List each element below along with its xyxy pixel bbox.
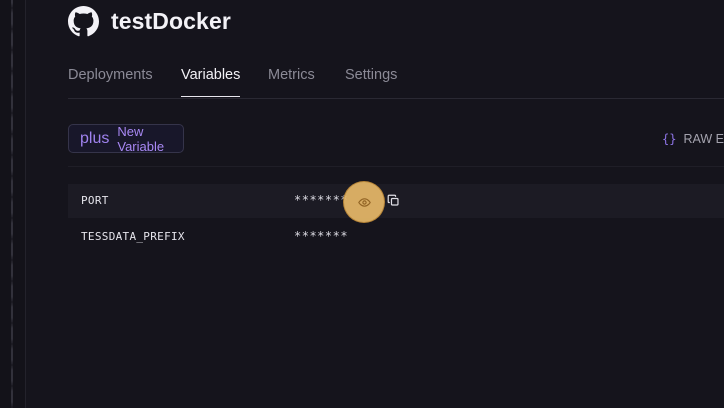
variable-name: PORT (81, 194, 109, 207)
tab-bar: Deployments Variables Metrics Settings (68, 64, 724, 99)
new-variable-label: New Variable (117, 123, 165, 154)
main-content: testDocker Deployments Variables Metrics… (26, 0, 724, 408)
divider (68, 166, 724, 167)
copy-icon[interactable] (387, 194, 400, 207)
braces-icon: {} (662, 132, 677, 146)
variable-value-masked: ******* (294, 229, 349, 243)
new-variable-button[interactable]: plus New Variable (68, 123, 184, 154)
github-icon (68, 5, 99, 37)
raw-editor-label: RAW Ed (683, 132, 724, 146)
variable-row[interactable]: PORT ******* (68, 182, 724, 222)
project-title: testDocker (111, 7, 231, 34)
tab-deployments[interactable]: Deployments (68, 64, 153, 97)
project-header: testDocker (68, 5, 231, 37)
tab-variables[interactable]: Variables (181, 64, 241, 97)
raw-editor-button[interactable]: {} RAW Ed (662, 129, 724, 149)
left-rail (0, 0, 26, 408)
tab-metrics[interactable]: Metrics (268, 64, 315, 97)
variable-row[interactable]: TESSDATA_PREFIX ******* (68, 220, 724, 254)
rail-dots (11, 0, 13, 408)
variables-toolbar: plus New Variable {} RAW Ed (68, 124, 724, 155)
plus-icon: plus (80, 129, 110, 147)
variable-value-masked: ******* (294, 193, 349, 207)
tab-settings[interactable]: Settings (345, 64, 397, 97)
eye-icon[interactable] (344, 182, 384, 222)
variable-name: TESSDATA_PREFIX (81, 230, 185, 243)
